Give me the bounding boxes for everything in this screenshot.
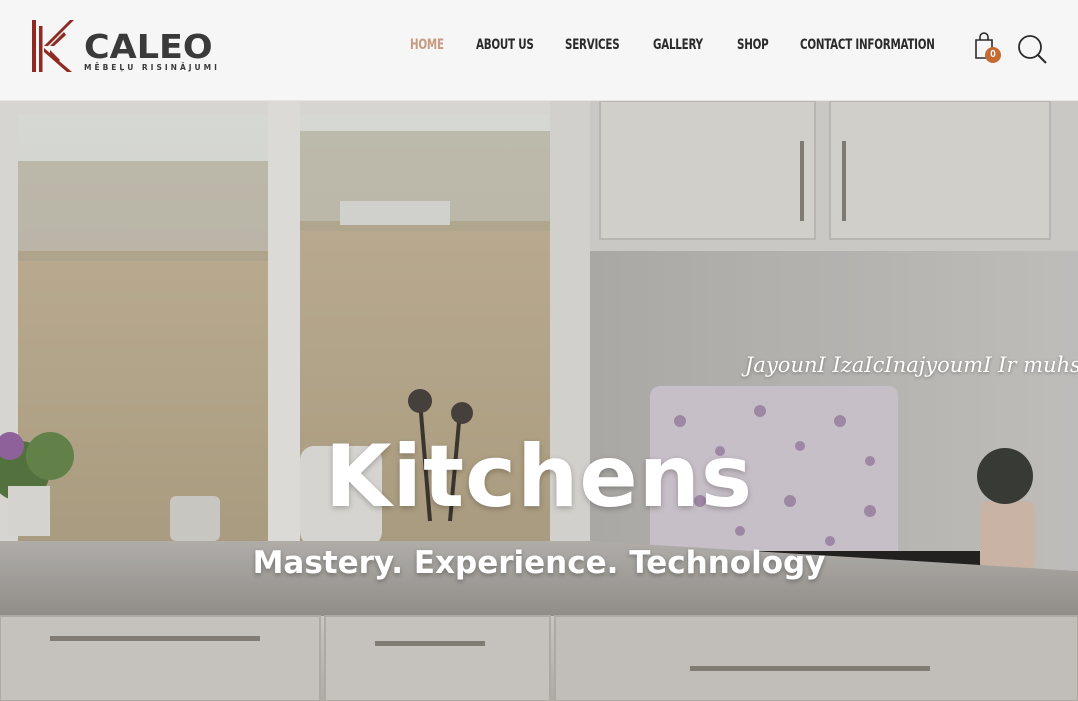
- nav-item-shop[interactable]: SHOP: [737, 34, 769, 56]
- hero-subtitle: Mastery. Experience. Technology: [252, 545, 826, 581]
- search-button[interactable]: [1016, 33, 1048, 65]
- nav-item-gallery[interactable]: GALLERY: [653, 34, 703, 56]
- cart-button[interactable]: 0: [972, 32, 1002, 63]
- nav-item-home[interactable]: HOME: [410, 34, 444, 56]
- nav-item-about-us[interactable]: ABOUT US: [476, 34, 534, 56]
- kitchen-background-image: [0, 101, 1078, 701]
- hero-title: Kitchens: [324, 427, 754, 527]
- logo-wordmark: CALEO: [84, 27, 213, 66]
- site-header: CALEO MĒBEĻU RISINĀJUMI HOME ABOUT US SE…: [0, 0, 1078, 101]
- hero-banner: JayounI IzaIcInajyoumI Ir muhsyc Kitchen…: [0, 101, 1078, 701]
- logo-mark-icon: [32, 20, 74, 72]
- nav-item-services[interactable]: SERVICES: [565, 34, 620, 56]
- caleo-logo[interactable]: CALEO MĒBEĻU RISINĀJUMI: [30, 16, 217, 74]
- search-icon: [1018, 35, 1047, 64]
- cart-count-badge: 0: [985, 47, 1001, 63]
- hero-marquee-text: JayounI IzaIcInajyoumI Ir muhsyc: [745, 353, 1078, 377]
- logo-tagline: MĒBEĻU RISINĀJUMI: [84, 63, 220, 72]
- nav-item-contact-information[interactable]: CONTACT INFORMATION: [800, 34, 935, 56]
